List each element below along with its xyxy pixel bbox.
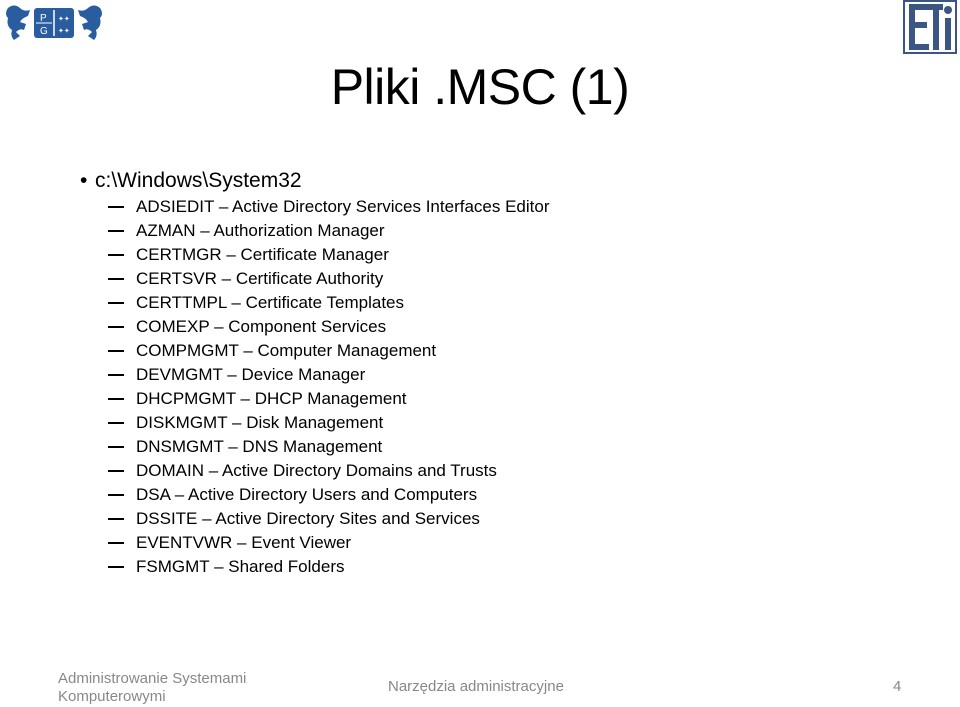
footer-course-name: Administrowanie Systemami Komputerowymi	[58, 670, 246, 706]
page-number: 4	[893, 678, 902, 695]
dash-icon	[108, 494, 124, 496]
svg-text:✦✦: ✦✦	[58, 15, 70, 23]
list-item-text: DOMAIN – Active Directory Domains and Tr…	[136, 461, 497, 480]
footer-course-line1: Administrowanie Systemami	[58, 670, 247, 687]
dash-icon	[108, 206, 124, 208]
list-item-text: DSSITE – Active Directory Sites and Serv…	[136, 509, 480, 528]
dash-icon	[108, 518, 124, 520]
list-item-text: DHCPMGMT – DHCP Management	[136, 389, 407, 408]
dash-icon	[108, 302, 124, 304]
eti-logo	[903, 0, 957, 54]
list-item-text: COMEXP – Component Services	[136, 317, 387, 336]
footer-course-line2: Komputerowymi	[58, 688, 166, 705]
dash-icon	[108, 542, 124, 544]
dash-icon	[108, 350, 124, 352]
list-item-text: FSMGMT – Shared Folders	[136, 557, 345, 576]
list-item-text: DSA – Active Directory Users and Compute…	[136, 485, 478, 504]
bullet-icon: •	[80, 169, 88, 192]
footer-topic: Narzędzia administracyjne	[388, 678, 564, 695]
list-item-text: EVENTVWR – Event Viewer	[136, 533, 352, 552]
dash-icon	[108, 374, 124, 376]
dash-icon	[108, 230, 124, 232]
slide-title-text: Pliki .MSC (1)	[330, 59, 630, 115]
svg-text:G: G	[40, 26, 48, 37]
list-item-text: DISKMGMT – Disk Management	[136, 413, 384, 432]
svg-text:✦✦: ✦✦	[58, 27, 70, 35]
dash-icon	[108, 446, 124, 448]
griffin-left-icon	[6, 5, 30, 40]
svg-text:P: P	[40, 13, 47, 24]
dash-icon	[108, 470, 124, 472]
griffin-right-icon	[78, 5, 102, 40]
list-item-text: CERTTMPL – Certificate Templates	[136, 293, 404, 312]
dash-icon	[108, 398, 124, 400]
list-item-text: AZMAN – Authorization Manager	[136, 221, 385, 240]
list-item-text: CERTSVR – Certificate Authority	[136, 269, 384, 288]
bullet-text: c:\Windows\System32	[95, 169, 302, 192]
pg-logo: P G ✦✦ ✦✦	[6, 5, 102, 40]
list-item-text: CERTMGR – Certificate Manager	[136, 245, 389, 264]
dash-icon	[108, 326, 124, 328]
list-item-text: DNSMGMT – DNS Management	[136, 437, 383, 456]
list-item-text: DEVMGMT – Device Manager	[136, 365, 366, 384]
dash-icon	[108, 566, 124, 568]
dash-icon	[108, 254, 124, 256]
list-item-text: COMPMGMT – Computer Management	[136, 341, 437, 360]
dash-icon	[108, 422, 124, 424]
dash-icon	[108, 278, 124, 280]
slide-title: Pliki .MSC (1)	[0, 58, 960, 116]
list-item-text: ADSIEDIT – Active Directory Services Int…	[136, 197, 550, 216]
